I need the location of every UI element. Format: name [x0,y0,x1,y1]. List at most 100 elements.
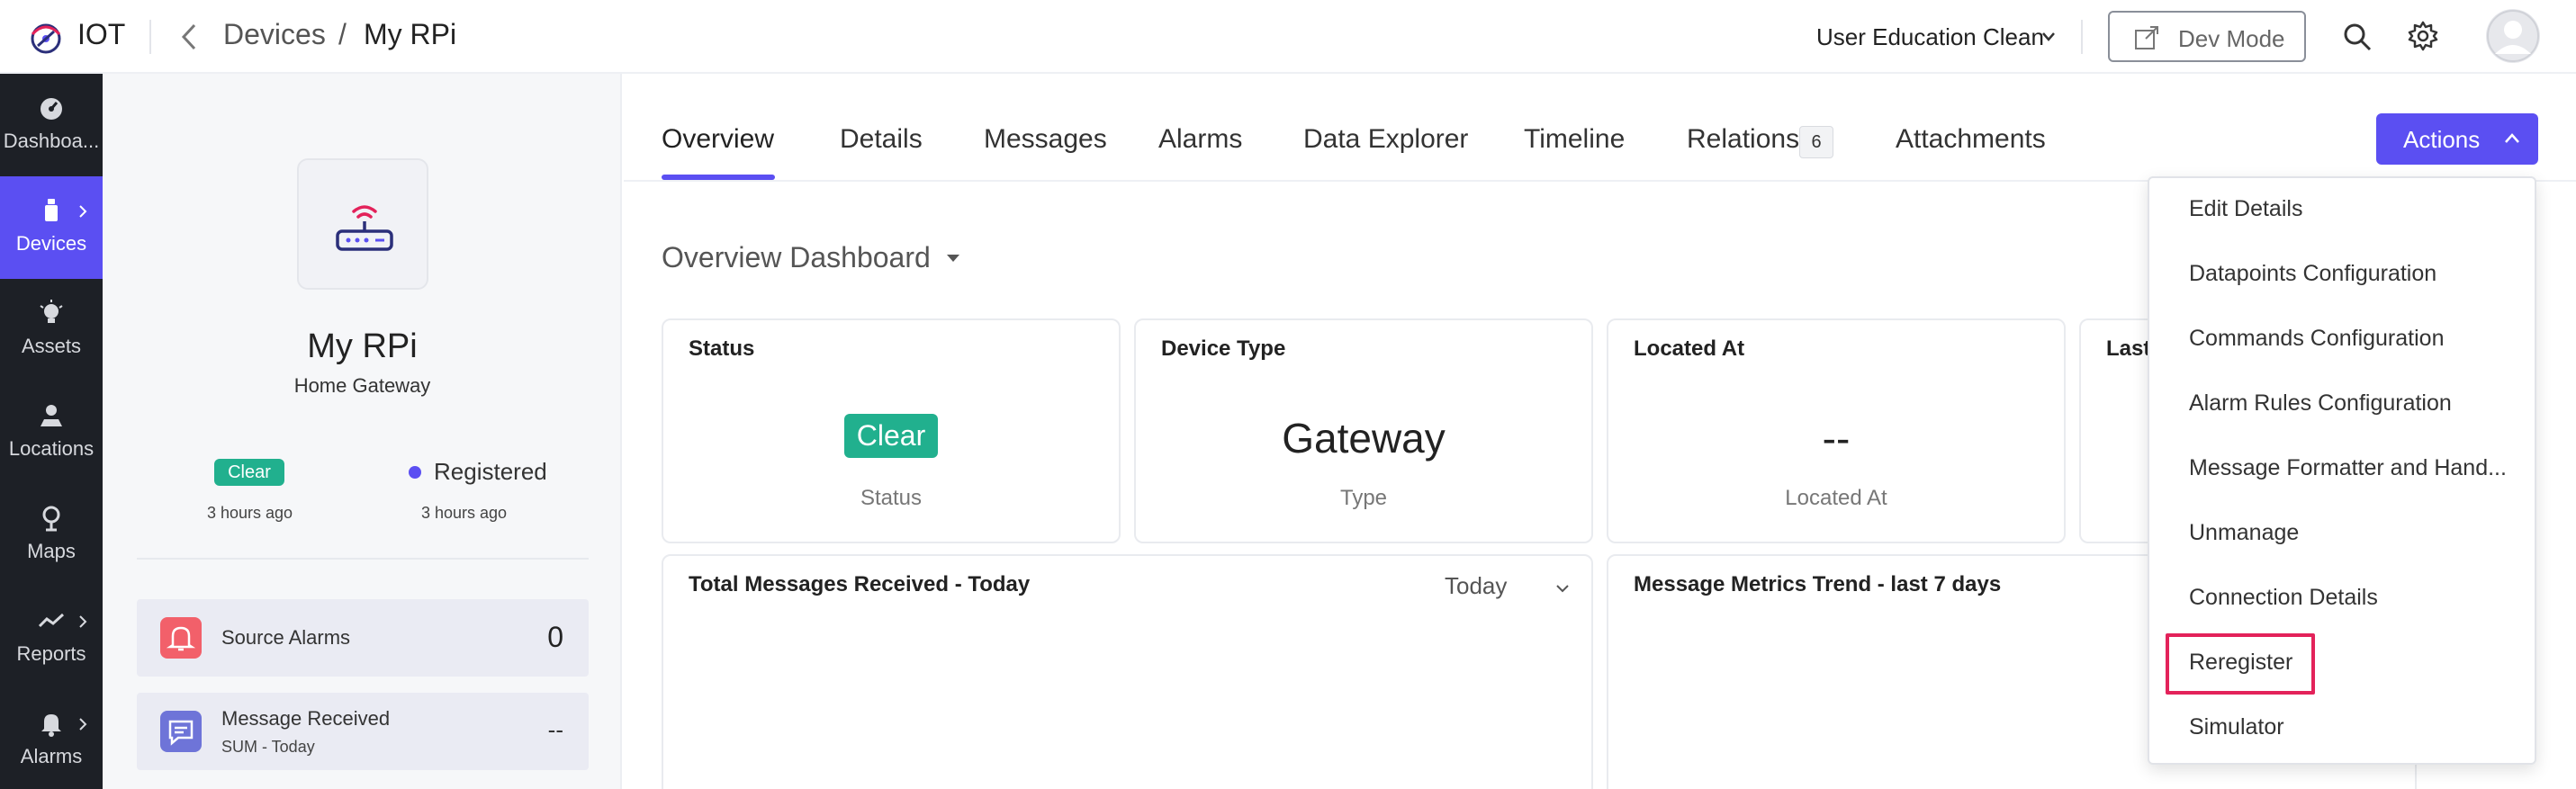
menu-item-label: Alarm Rules Configuration [2189,390,2452,416]
location-icon [41,405,62,426]
menu-item-connection-details[interactable]: Connection Details [2149,567,2535,632]
card-caption: Type [1339,486,1388,510]
caret-down-icon[interactable] [946,254,960,263]
back-chevron-icon[interactable] [178,20,202,54]
dev-mode-label: Dev Mode [2178,25,2285,52]
user-icon [2487,10,2539,62]
sidebar-item-assets[interactable]: Assets [0,279,103,381]
device-type: Home Gateway [293,374,431,397]
org-selector[interactable]: User Education Clean [1816,23,2044,51]
chevron-up-icon [2505,133,2519,143]
tab-data-explorer[interactable]: Data Explorer [1303,124,1468,155]
registration-timestamp: 3 hours ago [421,504,508,522]
menu-item-edit-details[interactable]: Edit Details [2149,178,2535,243]
active-tab-indicator [662,175,775,180]
chevron-right-icon [79,615,87,628]
message-icon [160,711,202,752]
card-caption: Status [860,486,923,510]
search-icon[interactable] [2342,22,2373,52]
tab-relations[interactable]: Relations [1687,124,1799,155]
sidebar-item-locations[interactable]: Locations [0,381,103,484]
metric-value: -- [547,716,563,743]
chevron-right-icon [79,718,87,731]
gear-icon[interactable] [2407,20,2439,52]
menu-item-alarm-rules-configuration[interactable]: Alarm Rules Configuration [2149,372,2535,437]
breadcrumb-devices[interactable]: Devices [223,18,326,51]
status-badge: Clear [214,459,284,486]
iot-logo-icon[interactable] [25,16,67,58]
sidebar-item-label: Dashboa... [3,130,100,152]
sidebar-item-dashboards[interactable]: Dashboa... [0,74,103,176]
metric-value: 0 [547,621,563,653]
breadcrumb-current: My RPi [364,18,457,50]
sidebar-item-alarms[interactable]: Alarms [0,689,103,789]
card-title: Device Type [1161,336,1286,361]
lightbulb-icon [40,300,63,323]
sidebar-item-reports[interactable]: Reports [0,587,103,689]
menu-item-label: Message Formatter and Hand... [2189,455,2507,480]
router-icon [336,205,393,251]
sidebar: Dashboa... Devices Assets Locations Maps [0,74,103,789]
range-dropdown[interactable]: Today [1445,572,1507,600]
located-at-card: Located At -- Located At [1607,318,2066,543]
card-title: Message Metrics Trend - last 7 days [1634,572,2002,596]
sidebar-item-maps[interactable]: Maps [0,484,103,587]
tab-timeline[interactable]: Timeline [1524,124,1625,155]
card-title: Total Messages Received - Today [689,572,1031,596]
chevron-down-icon[interactable] [1554,583,1571,594]
status-value: Clear [843,414,939,458]
bell-icon [41,714,61,737]
menu-item-unmanage[interactable]: Unmanage [2149,502,2535,567]
external-link-icon [2135,26,2158,49]
tab-messages[interactable]: Messages [984,124,1107,155]
device-type-card: Device Type Gateway Type [1134,318,1593,543]
metric-label: Source Alarms [221,626,351,649]
messages-today-card: Total Messages Received - Today Today [662,554,1593,789]
tab-details[interactable]: Details [840,124,923,155]
sidebar-item-label: Alarms [20,745,83,767]
sidebar-item-label: Devices [15,232,87,255]
trend-line-icon [38,613,65,628]
message-received-card[interactable]: Message Received SUM - Today -- [137,693,589,770]
map-pin-icon [42,506,60,532]
sidebar-item-devices[interactable]: Devices [0,176,103,279]
top-bar: IOT Devices / My RPi User Education Clea… [0,0,2576,74]
menu-item-label: Datapoints Configuration [2189,261,2437,286]
divider [2081,20,2083,54]
sidebar-item-label: Locations [8,437,95,460]
breadcrumb-separator: / [338,18,347,50]
menu-item-commands-configuration[interactable]: Commands Configuration [2149,308,2535,372]
chevron-right-icon [79,205,87,218]
metric-sublabel: SUM - Today [221,738,315,756]
menu-item-label: Simulator [2189,714,2284,740]
device-summary-panel: My RPi Home Gateway Clear 3 hours ago Re… [103,74,622,789]
tab-alarms[interactable]: Alarms [1158,124,1242,155]
status-value-wrap: Clear [663,414,1119,458]
card-value: Gateway [1282,415,1446,462]
registration-dot [409,466,421,479]
source-alarms-card[interactable]: Source Alarms 0 [137,599,589,677]
tab-overview[interactable]: Overview [662,124,774,155]
menu-item-simulator[interactable]: Simulator [2149,696,2535,761]
tab-attachments[interactable]: Attachments [1896,124,2046,155]
sidebar-item-label: Maps [27,540,76,562]
card-value: -- [1822,415,1851,462]
dashboard-icon [41,98,62,120]
divider [149,20,151,54]
app-name[interactable]: IOT [77,18,125,51]
avatar[interactable] [2486,9,2540,63]
actions-button[interactable]: Actions [2376,113,2538,165]
menu-item-datapoints-configuration[interactable]: Datapoints Configuration [2149,243,2535,308]
dev-mode-button[interactable]: Dev Mode [2108,11,2306,62]
card-title: Status [689,336,755,361]
alarm-bell-icon [160,617,202,659]
chevron-down-icon[interactable] [2040,30,2058,44]
reregister-highlight [2166,633,2315,695]
dashboard-selector[interactable]: Overview Dashboard [662,241,931,274]
device-image [297,158,428,290]
divider [137,558,589,560]
tab-bar: Overview Details Messages Alarms Data Ex… [624,74,2576,182]
card-title: Last [2106,336,2151,361]
menu-item-message-formatter[interactable]: Message Formatter and Hand... [2149,437,2535,502]
relations-count-badge: 6 [1799,126,1833,158]
